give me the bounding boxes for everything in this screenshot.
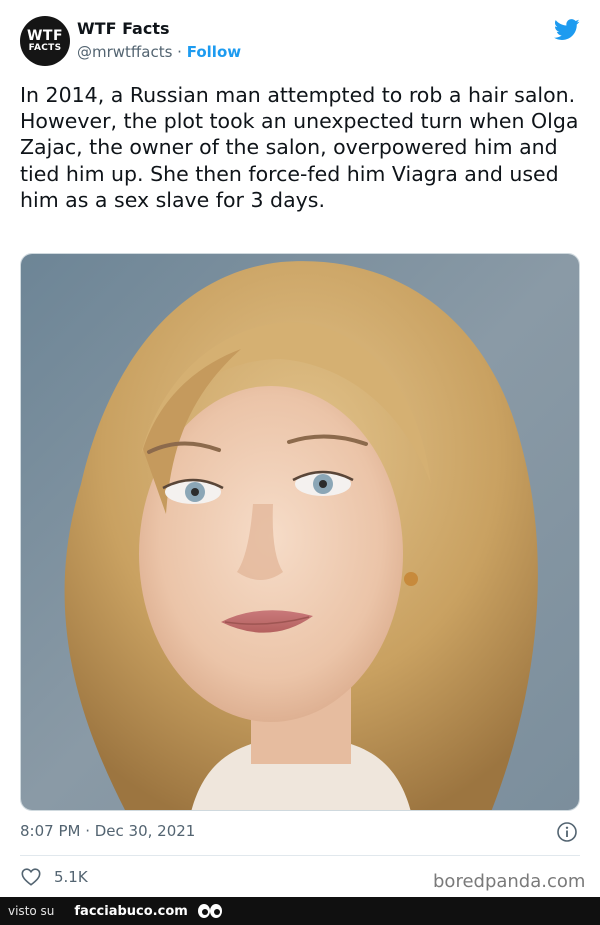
tweet-photo[interactable] <box>20 253 580 811</box>
display-name[interactable]: WTF Facts <box>77 19 170 38</box>
tweet-card: WTF FACTS WTF Facts @mrwtffacts · Follow… <box>0 0 600 897</box>
avatar-text-top: WTF <box>26 28 64 44</box>
avatar-text-bottom: FACTS <box>28 43 62 53</box>
footer-bar: visto su facciabuco.com <box>0 897 600 925</box>
tweet-text: In 2014, a Russian man attempted to rob … <box>20 83 579 212</box>
twitter-bird-icon[interactable] <box>554 19 580 41</box>
timestamp[interactable]: 8:07 PM · Dec 30, 2021 <box>20 822 195 840</box>
footer-prefix: visto su <box>8 904 55 918</box>
like-count: 5.1K <box>54 868 88 886</box>
portrait-image <box>21 254 579 810</box>
like-button[interactable]: 5.1K <box>20 866 88 888</box>
footer-site-link[interactable]: facciabuco.com <box>74 904 187 919</box>
source-watermark: boredpanda.com <box>433 871 586 892</box>
handle-row: @mrwtffacts · Follow <box>77 43 241 61</box>
separator-dot: · <box>172 43 187 61</box>
follow-link[interactable]: Follow <box>187 43 241 61</box>
divider <box>20 855 580 856</box>
eyes-icon <box>197 904 222 918</box>
heart-icon <box>21 868 41 886</box>
handle[interactable]: @mrwtffacts <box>77 43 172 61</box>
avatar[interactable]: WTF FACTS <box>20 16 70 66</box>
info-icon[interactable] <box>556 821 578 843</box>
